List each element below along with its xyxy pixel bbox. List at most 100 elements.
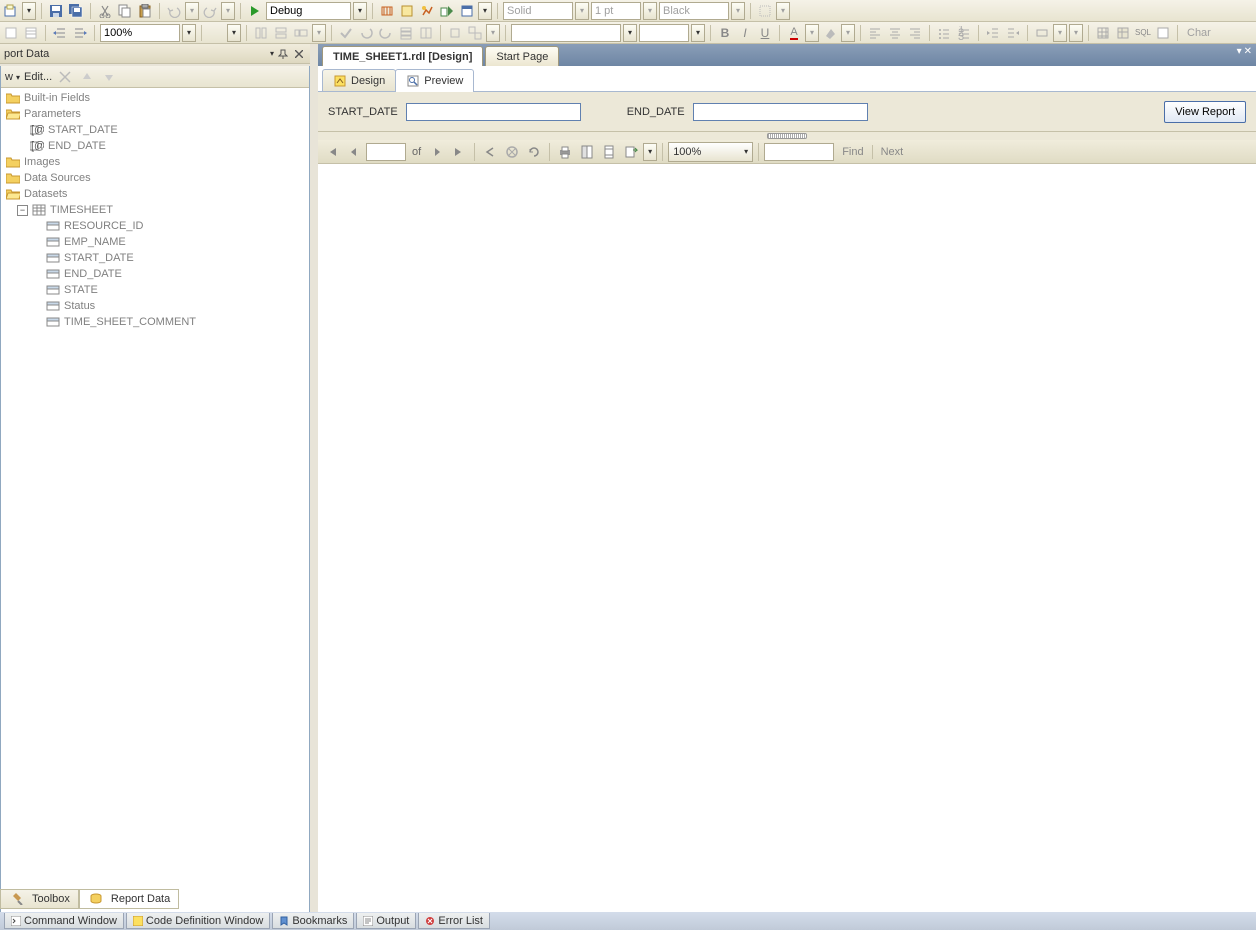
view-report-button[interactable]: View Report — [1164, 101, 1246, 123]
layout-icon-e[interactable] — [417, 24, 435, 42]
tool-icon-2[interactable] — [398, 2, 416, 20]
refresh-icon[interactable] — [524, 142, 544, 162]
merge-arrow[interactable]: ▾ — [1053, 24, 1067, 42]
tree-builtin-fields[interactable]: Built-in Fields — [1, 90, 309, 106]
overflow-1-arrow[interactable]: ▾ — [227, 24, 241, 42]
print-icon[interactable] — [555, 142, 575, 162]
redo-dropdown[interactable]: ▾ — [221, 2, 235, 20]
font-size-dropdown[interactable] — [639, 24, 689, 42]
blank-icon[interactable] — [1154, 24, 1172, 42]
undo-icon[interactable] — [165, 2, 183, 20]
font-family-dropdown[interactable] — [511, 24, 621, 42]
layout-icon-c[interactable] — [292, 24, 310, 42]
end-date-input[interactable] — [693, 103, 868, 121]
line-width-arrow[interactable]: ▾ — [643, 2, 657, 20]
next-link[interactable]: Next — [875, 146, 910, 158]
numbering-icon[interactable]: 123 — [955, 24, 973, 42]
params-splitter[interactable] — [318, 132, 1256, 140]
last-page-icon[interactable] — [449, 142, 469, 162]
tool-icon-5[interactable] — [458, 2, 476, 20]
layout-icon-g[interactable] — [466, 24, 484, 42]
indent-icon[interactable] — [1004, 24, 1022, 42]
preview-layout-icon[interactable] — [577, 142, 597, 162]
start-debug-icon[interactable] — [246, 2, 264, 20]
align-right-icon[interactable] — [906, 24, 924, 42]
start-date-input[interactable] — [406, 103, 581, 121]
font-family-arrow[interactable]: ▾ — [623, 24, 637, 42]
panel-menu-arrow[interactable]: ▾ — [270, 49, 274, 58]
tree-field-item[interactable]: START_DATE — [1, 250, 309, 266]
overflow-2-arrow[interactable]: ▾ — [486, 24, 500, 42]
line-style-arrow[interactable]: ▾ — [575, 2, 589, 20]
collapse-icon[interactable]: − — [17, 205, 28, 216]
new-project-dropdown[interactable]: ▾ — [22, 2, 36, 20]
tool-icon-4[interactable] — [438, 2, 456, 20]
tree-field-item[interactable]: TIME_SHEET_COMMENT — [1, 314, 309, 330]
footer-tab-bookmarks[interactable]: Bookmarks — [272, 913, 354, 929]
border-config-icon[interactable] — [756, 2, 774, 20]
tree-field-item[interactable]: RESOURCE_ID — [1, 218, 309, 234]
export-icon[interactable] — [621, 142, 641, 162]
footer-tab-errorlist[interactable]: Error List — [418, 913, 490, 929]
tree-param-item[interactable]: [@]END_DATE — [1, 138, 309, 154]
page-number-input[interactable] — [366, 143, 406, 161]
overflow-3-arrow[interactable]: ▾ — [1069, 24, 1083, 42]
merge-icon[interactable] — [1033, 24, 1051, 42]
matrix-icon[interactable] — [1114, 24, 1132, 42]
config-dropdown[interactable] — [266, 2, 351, 20]
line-color-dropdown[interactable] — [659, 2, 729, 20]
sql-icon[interactable]: SQL — [1134, 24, 1152, 42]
find-input[interactable] — [764, 143, 834, 161]
tool-icon-3[interactable] — [418, 2, 436, 20]
save-icon[interactable] — [47, 2, 65, 20]
indent-right-icon[interactable] — [71, 24, 89, 42]
export-arrow[interactable]: ▾ — [643, 143, 657, 161]
first-page-icon[interactable] — [322, 142, 342, 162]
line-width-dropdown[interactable] — [591, 2, 641, 20]
underline-icon[interactable]: U — [756, 24, 774, 42]
align-left-icon[interactable] — [866, 24, 884, 42]
fill-color-arrow[interactable]: ▾ — [841, 24, 855, 42]
rpt-icon-2[interactable] — [22, 24, 40, 42]
tree-parameters[interactable]: Parameters — [1, 106, 309, 122]
edit-menu[interactable]: Edit... — [24, 71, 52, 83]
tool-5-dropdown[interactable]: ▾ — [478, 2, 492, 20]
layout-icon-b[interactable] — [272, 24, 290, 42]
move-down-icon[interactable] — [100, 68, 118, 86]
tree-field-item[interactable]: END_DATE — [1, 266, 309, 282]
undo-dropdown[interactable]: ▾ — [185, 2, 199, 20]
border-config-arrow[interactable]: ▾ — [776, 2, 790, 20]
tree-datasources[interactable]: Data Sources — [1, 170, 309, 186]
table-icon[interactable] — [1094, 24, 1112, 42]
layout-icon-d[interactable] — [397, 24, 415, 42]
copy-icon[interactable] — [116, 2, 134, 20]
prev-page-icon[interactable] — [344, 142, 364, 162]
tree-field-item[interactable]: EMP_NAME — [1, 234, 309, 250]
line-style-dropdown[interactable] — [503, 2, 573, 20]
layout-icon-f[interactable] — [446, 24, 464, 42]
indent-left-icon[interactable] — [51, 24, 69, 42]
config-dropdown-arrow[interactable]: ▾ — [353, 2, 367, 20]
pin-icon[interactable] — [276, 47, 290, 61]
find-link[interactable]: Find — [836, 146, 869, 158]
line-color-arrow[interactable]: ▾ — [731, 2, 745, 20]
rpt-icon-1[interactable] — [2, 24, 20, 42]
footer-tab-codedef[interactable]: Code Definition Window — [126, 913, 270, 929]
cut-icon[interactable] — [96, 2, 114, 20]
vertical-splitter[interactable] — [310, 66, 318, 914]
footer-tab-output[interactable]: Output — [356, 913, 416, 929]
check-icon[interactable] — [337, 24, 355, 42]
layout-icon-a[interactable] — [252, 24, 270, 42]
zoom-level-input[interactable] — [100, 24, 180, 42]
move-up-icon[interactable] — [78, 68, 96, 86]
design-tab[interactable]: Design — [322, 69, 396, 91]
report-data-tab[interactable]: Report Data — [79, 889, 179, 909]
tab-list-arrow[interactable]: ▾ — [1237, 46, 1242, 57]
close-file-icon[interactable]: ✕ — [1244, 46, 1252, 57]
font-color-arrow[interactable]: ▾ — [805, 24, 819, 42]
file-tab-active[interactable]: TIME_SHEET1.rdl [Design] — [322, 46, 483, 66]
tool-icon-1[interactable] — [378, 2, 396, 20]
close-panel-icon[interactable] — [292, 47, 306, 61]
footer-tab-command[interactable]: Command Window — [4, 913, 124, 929]
bold-icon[interactable]: B — [716, 24, 734, 42]
